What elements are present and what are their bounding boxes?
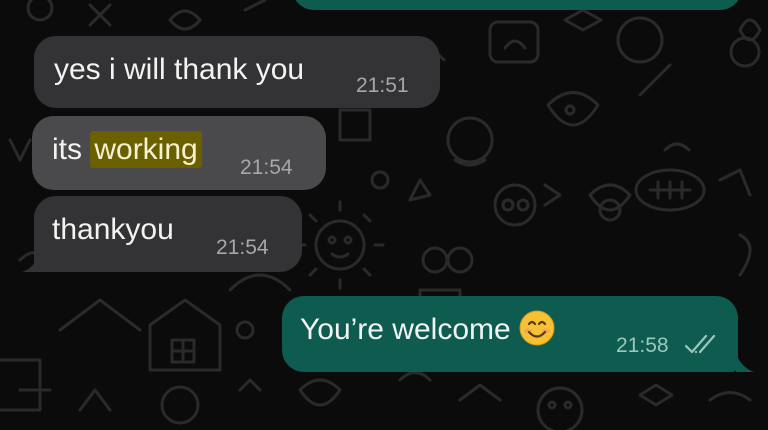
message-text-plain: You’re welcome [300, 313, 511, 346]
message-bubble-outgoing-partial[interactable] [292, 0, 742, 10]
bubble-tail [22, 254, 40, 272]
message-text: thankyou [52, 213, 174, 246]
message-timestamp: 21:51 [356, 74, 409, 97]
message-text: its working [52, 131, 202, 168]
message-bubble-incoming[interactable]: yes i will thank you 21:51 [34, 36, 440, 108]
message-bubble-outgoing[interactable]: You’re welcome 21:58 [282, 296, 738, 372]
bubble-tail [736, 354, 754, 372]
message-text-plain: its [52, 133, 91, 166]
search-highlight-match: working [90, 131, 202, 168]
message-timestamp: 21:54 [240, 156, 293, 179]
message-timestamp: 21:54 [216, 236, 269, 259]
smiling-face-emoji [519, 310, 555, 346]
message-text: yes i will thank you [54, 53, 305, 86]
message-bubble-incoming[interactable]: thankyou 21:54 [34, 196, 302, 272]
double-check-icon [684, 334, 716, 354]
message-timestamp: 21:58 [616, 334, 669, 357]
message-bubble-incoming-search-match[interactable]: its working 21:54 [32, 116, 326, 190]
message-text: You’re welcome [300, 310, 555, 348]
